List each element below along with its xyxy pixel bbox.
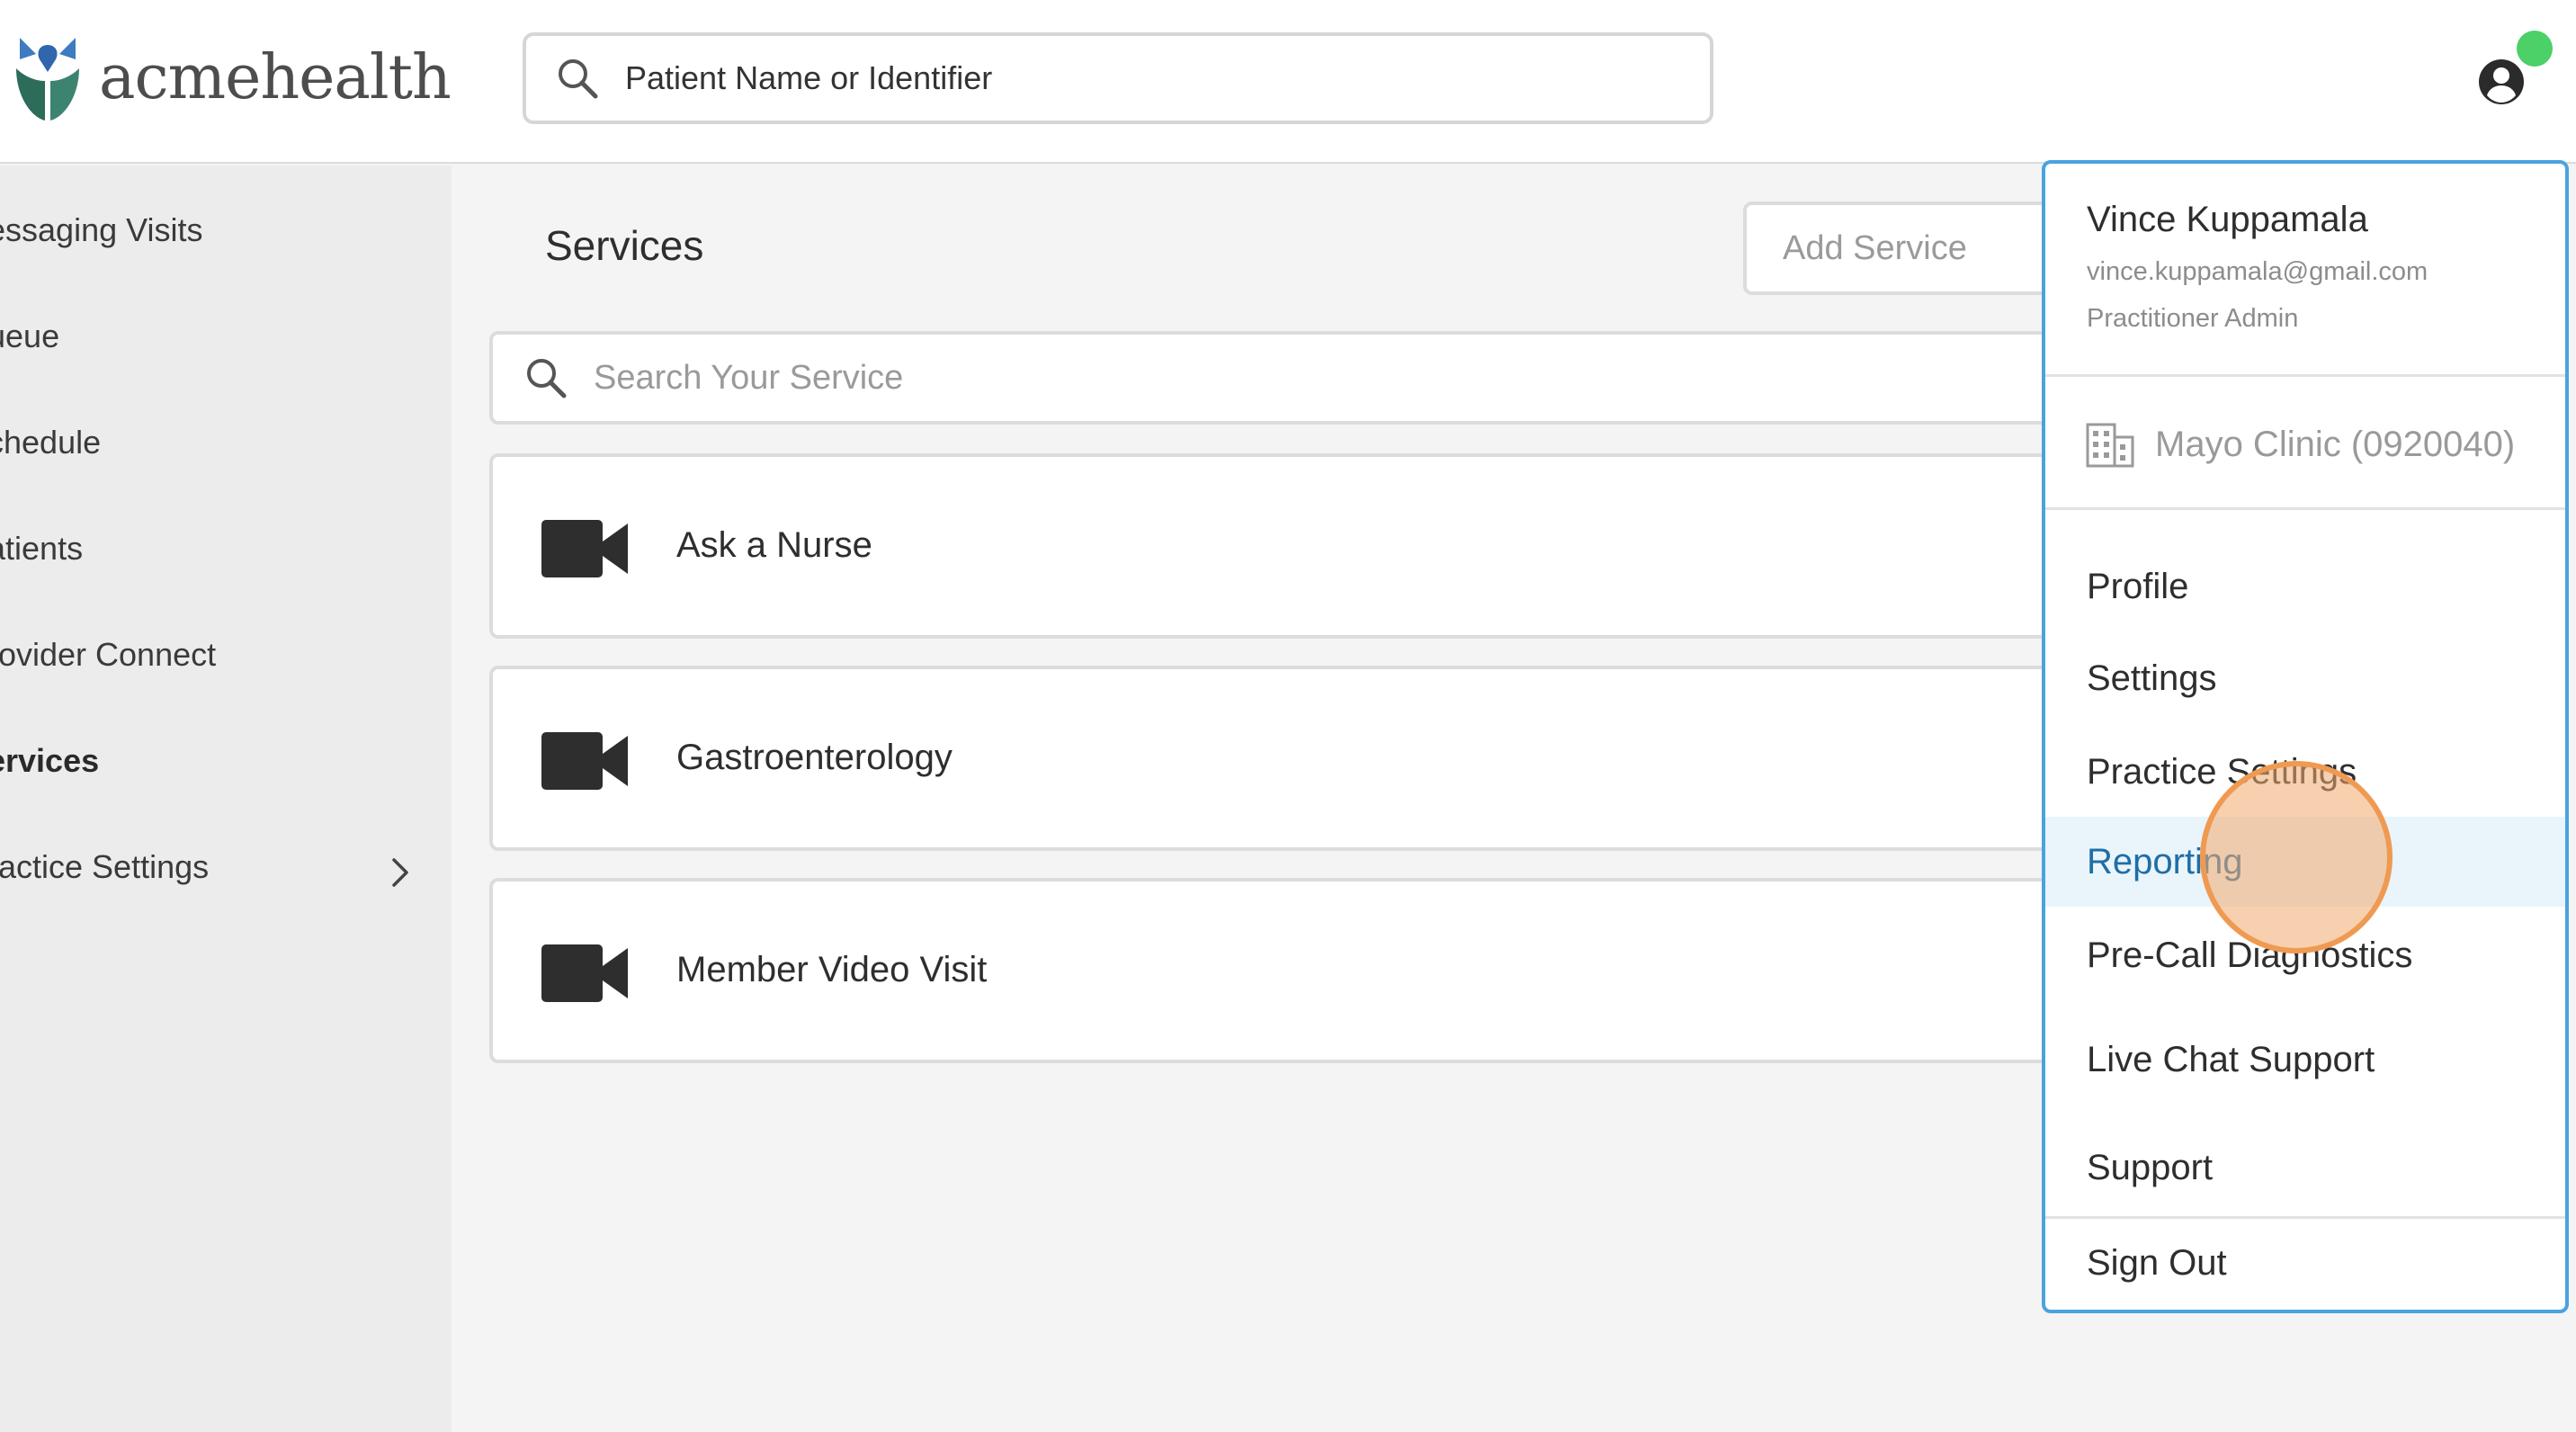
menu-item-sign-out[interactable]: Sign Out [2045,1218,2565,1308]
menu-item-label: Sign Out [2087,1242,2227,1283]
menu-item-pre-call-diagnostics[interactable]: Pre-Call Diagnostics [2045,910,2565,1000]
logo-text: acmehealth [99,41,452,113]
sidebar-item-patients[interactable]: atients [0,522,83,576]
service-name: Gastroenterology [676,738,953,777]
sidebar-item-services[interactable]: ervices [0,734,99,788]
service-name: Member Video Visit [676,950,988,989]
menu-item-practice-settings[interactable]: Practice Settings [2045,727,2565,817]
sidebar-item-label: atients [0,530,84,567]
sidebar-item-queue[interactable]: ueue [0,309,59,363]
service-name: Ask a Nurse [676,525,872,565]
add-service-button[interactable]: Add Service [1743,201,2049,295]
menu-item-label: Reporting [2087,841,2243,882]
sidebar-item-label: ueue [0,318,60,354]
clinic-name: Mayo Clinic (0920040) [2155,424,2516,464]
sidebar-item-provider-connect[interactable]: rovider Connect [0,628,216,682]
video-camera-icon [541,732,628,790]
sidebar-item-label: ervices [0,742,100,779]
service-card-ask-a-nurse[interactable]: Ask a Nurse [489,453,2072,639]
user-avatar-icon[interactable] [2477,58,2526,106]
service-card-gastroenterology[interactable]: Gastroenterology [489,666,2072,851]
menu-item-label: Settings [2087,658,2217,698]
user-dropdown-menu: Vince Kuppamala vince.kuppamala@gmail.co… [2042,160,2569,1313]
video-camera-icon [541,520,628,577]
online-status-dot [2517,31,2553,67]
menu-item-label: Profile [2087,566,2189,606]
top-header: acmehealth [0,0,2576,164]
sidebar-item-label: ractice Settings [0,848,210,885]
clinic-selector[interactable]: Mayo Clinic (0920040) [2085,419,2515,470]
page-title: Services [545,222,704,269]
logo-mark-icon [16,38,79,121]
search-icon [559,59,598,99]
patient-search-box[interactable] [523,32,1713,124]
menu-item-label: Live Chat Support [2087,1039,2375,1079]
service-card-member-video-visit[interactable]: Member Video Visit [489,878,2072,1063]
user-name: Vince Kuppamala [2087,200,2368,239]
chevron-right-icon[interactable] [387,855,414,891]
service-search-box[interactable] [489,331,2072,425]
search-icon [527,359,567,398]
menu-item-profile[interactable]: Profile [2045,541,2565,631]
user-email: vince.kuppamala@gmail.com [2087,257,2428,286]
patient-search-input[interactable] [625,59,1614,97]
video-camera-icon [541,944,628,1002]
menu-divider [2045,507,2565,510]
menu-item-settings[interactable]: Settings [2045,633,2565,723]
acmehealth-logo[interactable]: acmehealth [13,32,452,122]
sidebar-nav [0,166,452,1432]
menu-item-label: Pre-Call Diagnostics [2087,935,2413,975]
menu-divider [2045,374,2565,377]
menu-item-support[interactable]: Support [2045,1123,2565,1213]
sidebar-item-practice-settings[interactable]: ractice Settings [0,840,209,894]
user-role: Practitioner Admin [2087,304,2299,333]
sidebar-item-label: rovider Connect [0,636,217,673]
menu-item-reporting[interactable]: Reporting [2045,817,2565,907]
sidebar-item-messaging-visits[interactable]: essaging Visits [0,203,202,257]
menu-item-label: Support [2087,1147,2214,1187]
menu-item-label: Practice Settings [2087,751,2357,792]
sidebar-item-label: essaging Visits [0,211,203,248]
service-search-input[interactable] [594,358,1943,398]
sidebar-item-schedule[interactable]: chedule [0,416,101,470]
sidebar-item-label: chedule [0,424,102,461]
building-icon [2086,423,2134,468]
menu-item-live-chat-support[interactable]: Live Chat Support [2045,1015,2565,1105]
